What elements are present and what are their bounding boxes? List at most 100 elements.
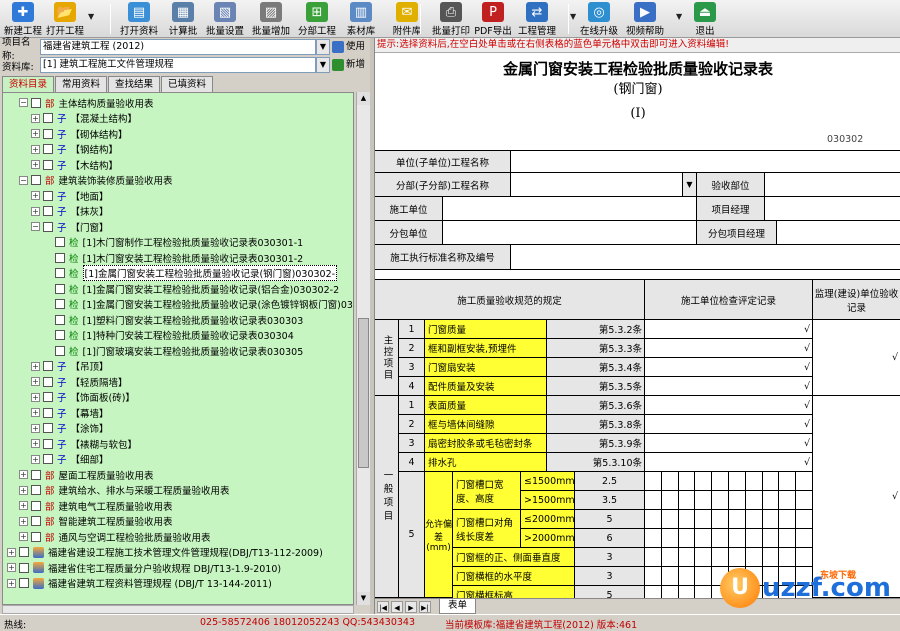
tree-item[interactable]: + 子【裱糊与软包】 [31, 436, 137, 452]
tree-checkbox[interactable] [19, 562, 29, 573]
tree-item[interactable]: 检 [1]木门窗制作工程检验批质量验收记录表030301-1 [43, 235, 303, 251]
tree-checkbox[interactable] [31, 175, 41, 186]
location-value[interactable] [765, 173, 900, 197]
measurement-cell[interactable] [762, 510, 780, 529]
tree-checkbox[interactable] [31, 485, 41, 496]
expand-icon[interactable]: + [31, 423, 40, 433]
toolbar-button-12[interactable]: ◎ 在线升级 [578, 1, 620, 37]
tree-item[interactable]: + 子【轻质隔墙】 [31, 374, 128, 390]
item-check-value[interactable]: √ [645, 339, 813, 358]
toolbar-button-11[interactable]: ⇄ 工程管理 [516, 1, 558, 37]
measurement-cell[interactable] [729, 548, 746, 567]
measurement-cell[interactable] [712, 472, 729, 491]
subcontractor-value[interactable] [443, 221, 697, 245]
unit-name-value[interactable] [511, 151, 900, 173]
expand-icon[interactable]: + [31, 160, 40, 170]
measurement-cell[interactable] [661, 510, 679, 529]
expand-icon[interactable]: + [19, 516, 28, 526]
toolbar-dropdown-arrow-icon[interactable]: ▼ [88, 12, 94, 21]
expand-icon[interactable]: + [19, 501, 28, 511]
tree-checkbox[interactable] [31, 97, 41, 108]
measurement-cell[interactable] [762, 491, 780, 510]
tree-item[interactable]: + 子【钢结构】 [31, 142, 118, 158]
expand-icon[interactable]: + [19, 485, 28, 495]
measurement-cell[interactable] [645, 472, 662, 491]
tree-item[interactable]: 检 [1]金属门窗安装工程检验批质量验收记录(钢门窗)030302- [43, 265, 338, 282]
measurement-cell[interactable] [695, 472, 713, 491]
scroll-thumb[interactable] [358, 318, 369, 468]
expand-icon[interactable]: + [31, 144, 40, 154]
tree-checkbox[interactable] [55, 314, 65, 325]
tree-item[interactable]: + 部通风与空调工程检验批质量验收用表 [19, 529, 211, 545]
measurement-cell[interactable] [661, 472, 679, 491]
measurement-cell[interactable] [661, 491, 679, 510]
tree-item[interactable]: + 子【抹灰】 [31, 204, 109, 220]
measurement-cell[interactable] [695, 510, 713, 529]
measurement-cell[interactable] [762, 529, 780, 548]
tab-search-results[interactable]: 查找结果 [108, 76, 161, 92]
measurement-cell[interactable] [779, 491, 797, 510]
measurement-cell[interactable] [729, 472, 746, 491]
toolbar-button-4[interactable]: ▧ 批量设置 [204, 1, 246, 37]
tree-checkbox[interactable] [43, 454, 53, 465]
tree-item[interactable]: + 福建省建筑工程资料管理规程 (DBJ/T 13-144-2011) [7, 576, 272, 592]
tree-vertical-scrollbar[interactable]: ▲ ▼ [356, 92, 370, 605]
tree-checkbox[interactable] [43, 144, 53, 155]
first-sheet-icon[interactable]: |◀ [377, 600, 389, 613]
expand-icon[interactable]: + [7, 547, 16, 557]
measurement-cell[interactable] [745, 548, 763, 567]
expand-icon[interactable]: + [19, 470, 28, 480]
expand-icon[interactable]: + [31, 392, 40, 402]
measurement-cell[interactable] [745, 472, 763, 491]
subunit-value[interactable] [511, 173, 683, 197]
tree-item[interactable]: + 子【地面】 [31, 188, 109, 204]
tree-checkbox[interactable] [31, 500, 41, 511]
main-supervision-value[interactable]: √ [813, 320, 900, 396]
toolbar-button-2[interactable]: ▤ 打开资料 [118, 1, 160, 37]
contractor-value[interactable] [443, 197, 697, 221]
tree-checkbox[interactable] [43, 128, 53, 139]
measurement-cell[interactable] [729, 529, 746, 548]
collapse-icon[interactable]: − [19, 175, 28, 185]
expand-icon[interactable]: + [31, 454, 40, 464]
measurement-cell[interactable] [796, 529, 813, 548]
last-sheet-icon[interactable]: ▶| [419, 600, 431, 613]
toolbar-button-5[interactable]: ▨ 批量增加 [250, 1, 292, 37]
toolbar-button-7[interactable]: ▥ 素材库 [340, 1, 382, 37]
tree-checkbox[interactable] [43, 190, 53, 201]
measurement-cell[interactable] [695, 567, 713, 586]
tree-checkbox[interactable] [19, 578, 29, 589]
tree-checkbox[interactable] [43, 423, 53, 434]
tree-item[interactable]: + 部智能建筑工程质量验收用表 [19, 514, 173, 530]
tree-checkbox[interactable] [55, 345, 65, 356]
measurement-cell[interactable] [678, 529, 696, 548]
measurement-cell[interactable] [796, 510, 813, 529]
tab-catalog[interactable]: 资料目录 [2, 76, 55, 92]
sub-pm-value[interactable] [777, 221, 900, 245]
tree-checkbox[interactable] [31, 516, 41, 527]
measurement-cell[interactable] [678, 491, 696, 510]
expand-icon[interactable]: + [31, 129, 40, 139]
tree-item[interactable]: 检 [1]金属门窗安装工程检验批质量验收记录(铝合金)030302-2 [43, 281, 339, 297]
item-check-value[interactable]: √ [645, 396, 813, 415]
toolbar-button-0[interactable]: ✚ 新建工程 [2, 1, 44, 37]
item-check-value[interactable]: √ [645, 434, 813, 453]
tree-checkbox[interactable] [43, 438, 53, 449]
measurement-cell[interactable] [645, 548, 662, 567]
tree-item[interactable]: + 子【细部】 [31, 452, 109, 468]
measurement-cell[interactable] [695, 491, 713, 510]
measurement-cell[interactable] [645, 510, 662, 529]
tree-checkbox[interactable] [43, 361, 53, 372]
measurement-cell[interactable] [762, 472, 780, 491]
measurement-cell[interactable] [661, 529, 679, 548]
measurement-cell[interactable] [712, 548, 729, 567]
measurement-cell[interactable] [712, 529, 729, 548]
tree-checkbox[interactable] [55, 330, 65, 341]
subunit-dropdown-arrow[interactable]: ▼ [683, 173, 697, 197]
measurement-cell[interactable] [729, 510, 746, 529]
tree-checkbox[interactable] [55, 299, 65, 310]
toolbar-button-9[interactable]: ⎙ 批量打印 [430, 1, 472, 37]
tree-checkbox[interactable] [43, 376, 53, 387]
expand-icon[interactable]: + [31, 113, 40, 123]
prev-sheet-icon[interactable]: ◀ [391, 600, 403, 613]
